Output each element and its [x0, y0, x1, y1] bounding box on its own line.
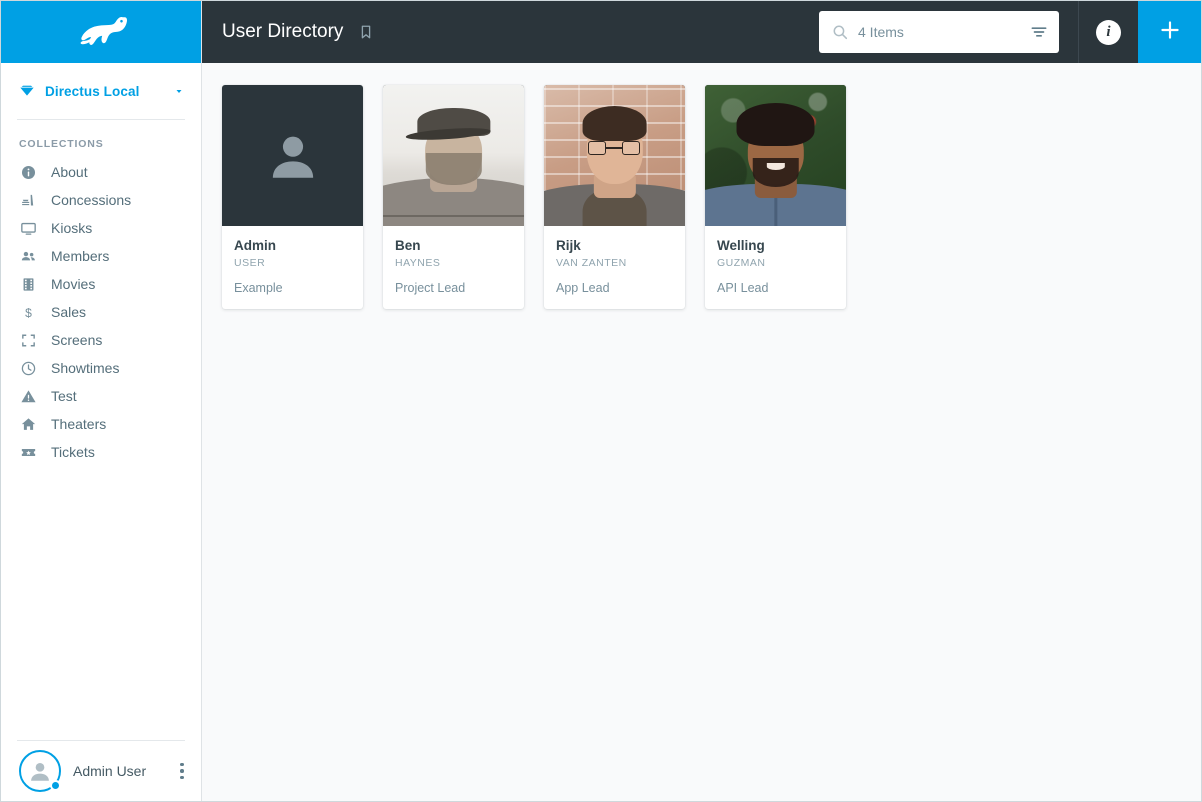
gem-icon — [19, 83, 35, 99]
card-body: Welling GUZMAN API Lead — [705, 226, 846, 309]
card-name: Welling — [717, 238, 765, 253]
card-name: Ben — [395, 238, 421, 253]
card-surname: VAN ZANTEN — [556, 257, 627, 270]
topbar: User Directory 4 Items i — [202, 1, 1201, 63]
sidebar-item-tickets[interactable]: Tickets — [1, 438, 201, 466]
food-icon — [19, 191, 37, 209]
status-badge — [50, 780, 61, 791]
search-icon — [831, 23, 849, 41]
svg-text:$: $ — [25, 306, 32, 320]
user-card[interactable]: Admin USER Example — [222, 85, 363, 310]
project-switcher[interactable]: Directus Local — [1, 63, 201, 119]
page-title: User Directory — [222, 21, 344, 42]
sidebar-item-label: Tickets — [51, 444, 95, 460]
film-icon — [19, 275, 37, 293]
search-box[interactable] — [819, 11, 1059, 53]
sidebar-item-label: Kiosks — [51, 220, 93, 236]
kebab-menu-icon[interactable] — [173, 759, 191, 783]
sidebar-item-label: Theaters — [51, 416, 107, 432]
info-button[interactable]: i — [1079, 1, 1138, 63]
ticket-icon — [19, 443, 37, 461]
brand-logo[interactable] — [1, 1, 201, 63]
sidebar-item-label: Test — [51, 388, 77, 404]
clock-icon — [19, 359, 37, 377]
sidebar-item-label: About — [51, 164, 88, 180]
card-body: Ben HAYNES Project Lead — [383, 226, 524, 309]
user-card[interactable]: Ben HAYNES Project Lead — [383, 85, 524, 310]
card-photo — [383, 85, 524, 226]
monitor-icon — [19, 219, 37, 237]
card-surname: GUZMAN — [717, 257, 766, 270]
dollar-icon: $ — [19, 303, 37, 321]
card-surname: HAYNES — [395, 257, 441, 270]
sidebar-item-label: Concessions — [51, 192, 132, 208]
warning-icon — [19, 387, 37, 405]
search-input[interactable] — [858, 24, 1020, 40]
sidebar-item-about[interactable]: About — [1, 158, 201, 186]
sidebar-item-label: Showtimes — [51, 360, 120, 376]
chevron-down-icon[interactable] — [173, 85, 185, 97]
sidebar-item-label: Movies — [51, 276, 96, 292]
user-card[interactable]: Rijk VAN ZANTEN App Lead — [544, 85, 685, 310]
sidebar-item-sales[interactable]: $ Sales — [1, 298, 201, 326]
main-area: User Directory 4 Items i Admin USER Exam… — [202, 1, 1201, 801]
card-role: App Lead — [556, 281, 610, 296]
info-icon: i — [1096, 19, 1121, 45]
bookmark-icon[interactable] — [355, 21, 377, 43]
card-photo — [544, 85, 685, 226]
directus-rabbit-logo-icon — [66, 14, 136, 50]
sidebar-item-label: Members — [51, 248, 110, 264]
current-user-box[interactable]: Admin User — [1, 741, 201, 801]
portrait-illustration — [705, 85, 846, 226]
fullscreen-icon — [19, 331, 37, 349]
home-icon — [19, 415, 37, 433]
sidebar-item-screens[interactable]: Screens — [1, 326, 201, 354]
collections-list: About Concessions Kiosks Members Movies … — [1, 158, 201, 466]
people-icon — [19, 247, 37, 265]
card-photo — [705, 85, 846, 226]
directus-app-window: Directus Local COLLECTIONS About Concess… — [0, 0, 1202, 802]
collections-section-label: COLLECTIONS — [19, 138, 104, 150]
card-role: Example — [234, 281, 283, 296]
add-new-button[interactable] — [1138, 1, 1201, 63]
card-name: Admin — [234, 238, 276, 253]
sidebar-item-movies[interactable]: Movies — [1, 270, 201, 298]
project-name: Directus Local — [45, 83, 140, 99]
avatar[interactable] — [19, 750, 61, 792]
user-card[interactable]: Welling GUZMAN API Lead — [705, 85, 846, 310]
sidebar-item-label: Screens — [51, 332, 103, 348]
current-user-name: Admin User — [73, 763, 147, 779]
sidebar-item-kiosks[interactable]: Kiosks — [1, 214, 201, 242]
sidebar-item-concessions[interactable]: Concessions — [1, 186, 201, 214]
filter-icon[interactable] — [1029, 22, 1049, 42]
sidebar-item-test[interactable]: Test — [1, 382, 201, 410]
info-icon — [19, 163, 37, 181]
portrait-illustration — [544, 85, 685, 226]
user-card-grid: Admin USER Example Ben HAYNES Project Le… — [222, 85, 1201, 310]
card-body: Rijk VAN ZANTEN App Lead — [544, 226, 685, 309]
sidebar-item-showtimes[interactable]: Showtimes — [1, 354, 201, 382]
portrait-illustration — [383, 85, 524, 226]
card-name: Rijk — [556, 238, 581, 253]
card-surname: USER — [234, 257, 266, 270]
card-grid-area: Admin USER Example Ben HAYNES Project Le… — [202, 63, 1201, 801]
card-avatar-placeholder — [222, 85, 363, 226]
card-role: API Lead — [717, 281, 769, 296]
card-role: Project Lead — [395, 281, 466, 296]
sidebar-item-label: Sales — [51, 304, 87, 320]
plus-icon — [1157, 17, 1183, 48]
sidebar-item-members[interactable]: Members — [1, 242, 201, 270]
card-body: Admin USER Example — [222, 226, 363, 309]
sidebar-item-theaters[interactable]: Theaters — [1, 410, 201, 438]
sidebar: Directus Local COLLECTIONS About Concess… — [1, 1, 202, 801]
